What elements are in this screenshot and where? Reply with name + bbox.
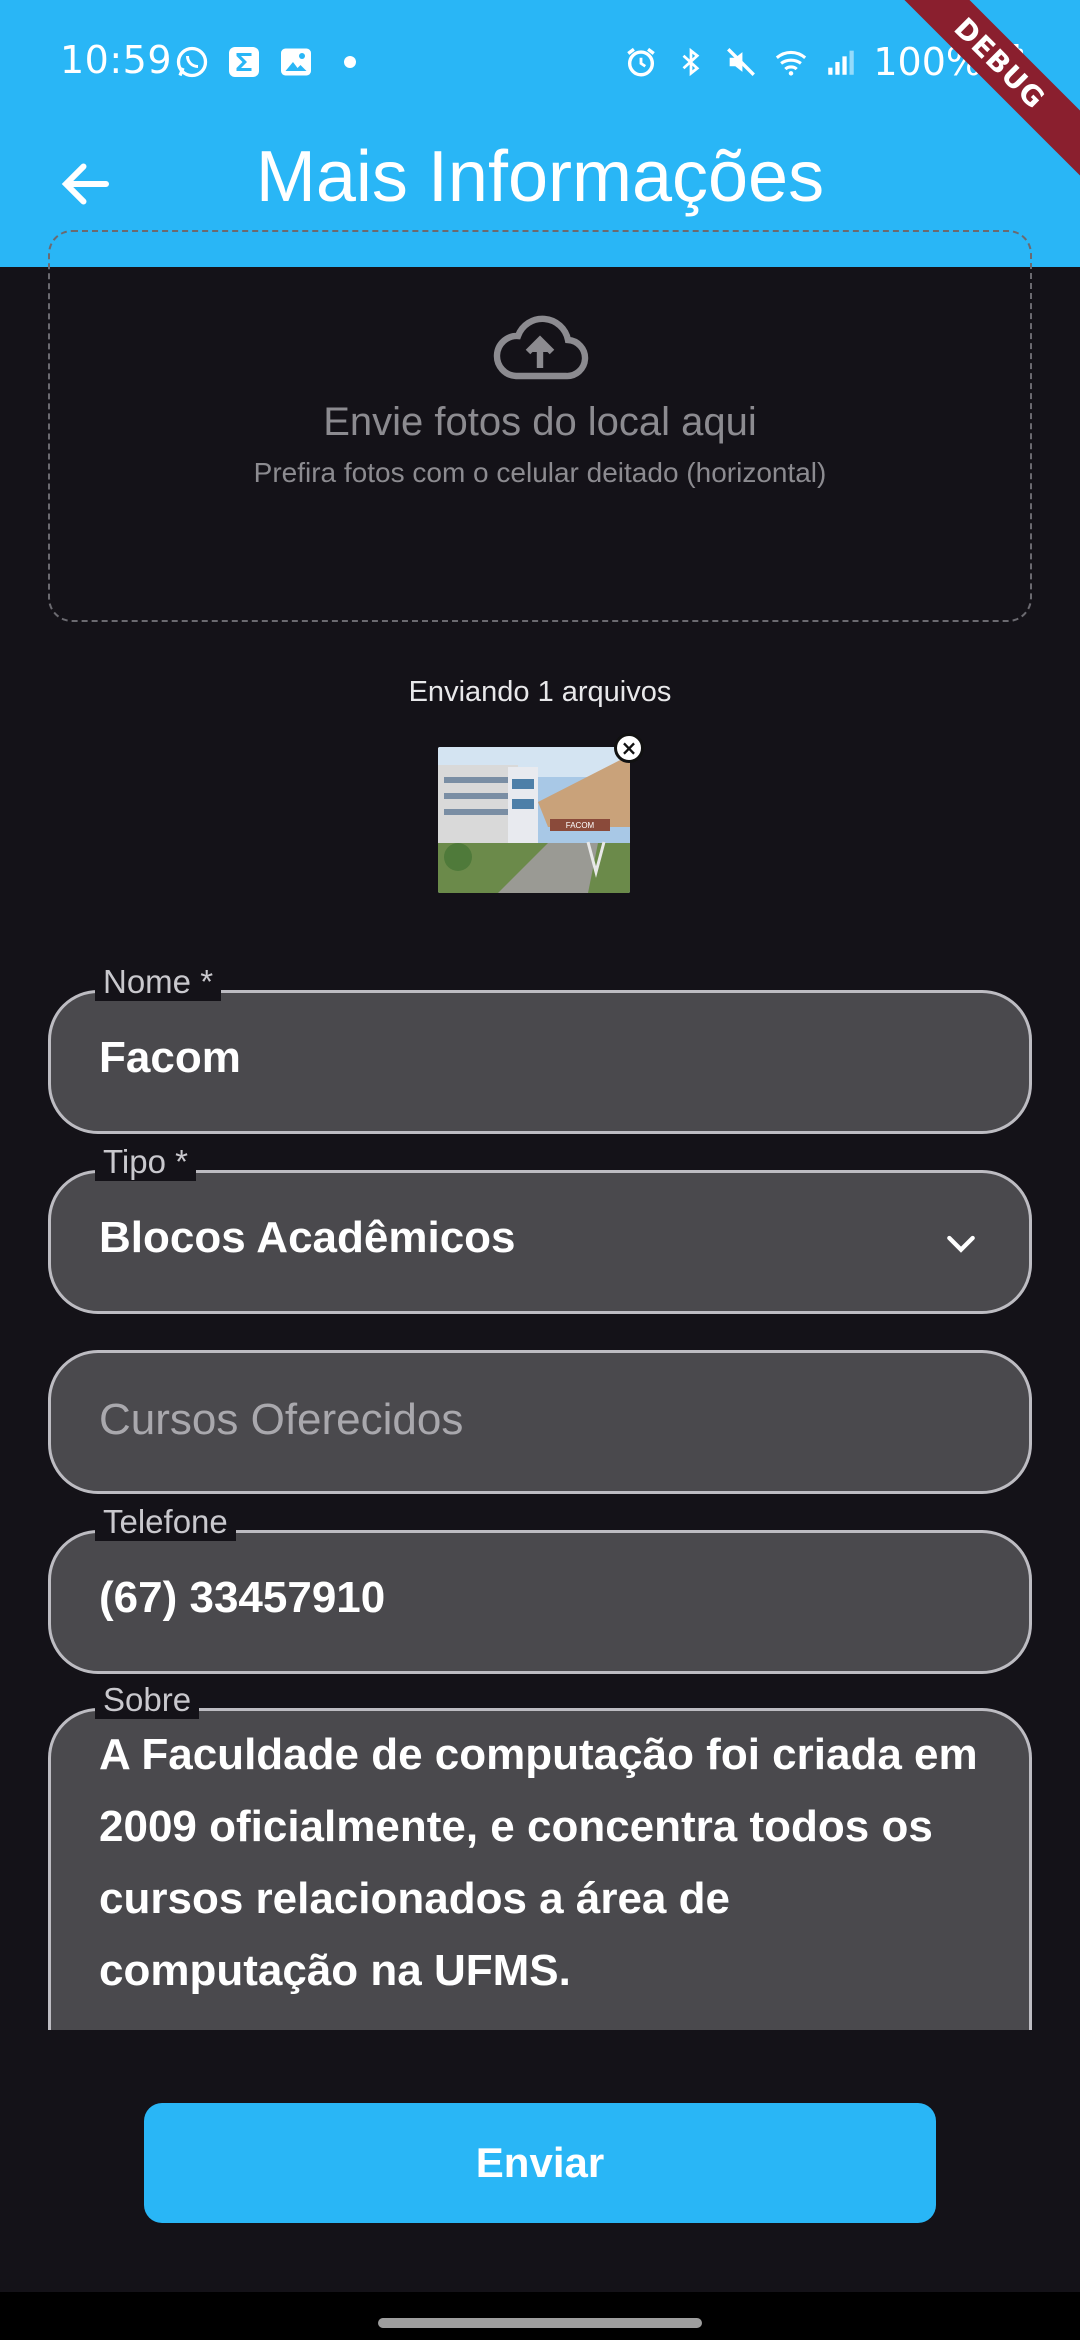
phone-label: Telefone <box>95 1503 236 1541</box>
phone-value: (67) 33457910 <box>99 1573 386 1622</box>
close-icon: × <box>620 736 638 760</box>
name-label: Nome * <box>95 963 222 1001</box>
bluetooth-icon <box>673 44 709 80</box>
about-label: Sobre <box>95 1681 200 1719</box>
sigma-app-icon <box>226 44 262 80</box>
phone-field[interactable]: Telefone (67) 33457910 <box>48 1503 1032 1674</box>
status-time: 10:59 <box>60 38 173 82</box>
photo-upload-area[interactable]: Envie fotos do local aqui Prefira fotos … <box>48 230 1032 622</box>
mute-icon <box>723 44 759 80</box>
notification-icons <box>174 44 356 80</box>
type-dropdown[interactable]: Tipo * Blocos Acadêmicos <box>48 1143 1032 1314</box>
submit-button[interactable]: Enviar <box>144 2103 936 2223</box>
svg-text:FACOM: FACOM <box>566 821 595 830</box>
app-bar: 10:59 100% DEBUG Mais Informações <box>0 0 1080 267</box>
page-title: Mais Informações <box>255 137 825 217</box>
alarm-icon <box>623 44 659 80</box>
type-value: Blocos Acadêmicos <box>99 1213 516 1262</box>
gallery-icon <box>278 44 314 80</box>
system-nav-bar <box>0 2292 1080 2340</box>
about-value: A Faculdade de computação foi criada em … <box>99 1730 978 1995</box>
status-bar: 10:59 100% <box>0 0 1080 126</box>
about-field[interactable]: Sobre A Faculdade de computação foi cria… <box>48 1681 1032 2038</box>
upload-subtitle: Prefira fotos com o celular deitado (hor… <box>253 457 827 488</box>
courses-field[interactable]: Cursos Oferecidos <box>48 1350 1032 1494</box>
upload-title: Envie fotos do local aqui <box>323 400 757 444</box>
signal-icon <box>823 44 859 80</box>
name-value: Facom <box>99 1033 241 1082</box>
building-photo: FACOM <box>438 747 630 893</box>
home-indicator[interactable] <box>378 2318 702 2328</box>
cloud-upload-icon <box>490 312 590 382</box>
photo-thumbnail: FACOM × <box>438 733 644 893</box>
more-notifications-dot <box>344 56 356 68</box>
name-field[interactable]: Nome * Facom <box>48 963 1032 1134</box>
wifi-icon <box>773 44 809 80</box>
courses-placeholder: Cursos Oferecidos <box>99 1395 464 1444</box>
chevron-down-icon <box>941 1223 981 1263</box>
upload-status: Enviando 1 arquivos <box>408 676 672 708</box>
whatsapp-icon <box>174 44 210 80</box>
type-label: Tipo * <box>95 1143 196 1181</box>
remove-photo-button[interactable]: × <box>614 733 644 763</box>
